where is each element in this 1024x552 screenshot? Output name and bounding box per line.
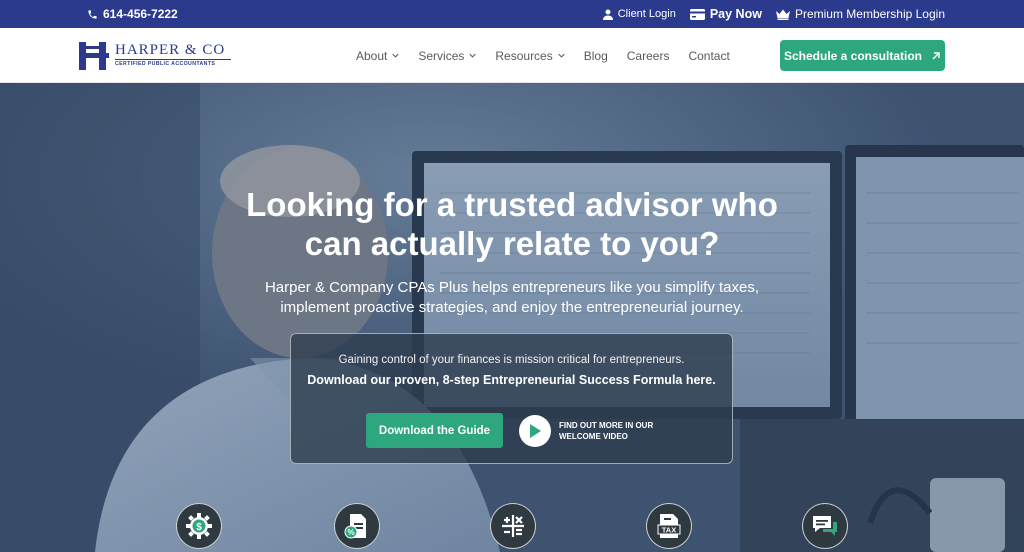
guide-callout-box: Gaining control of your finances is miss…: [290, 333, 733, 464]
feature-document-percent[interactable]: %: [334, 503, 380, 549]
feature-calculator[interactable]: [490, 503, 536, 549]
phone-number: 614-456-7222: [103, 7, 178, 21]
tax-label: TAX: [662, 526, 676, 535]
play-icon: [530, 424, 541, 438]
arrow-up-right-icon: [932, 51, 940, 59]
site-header: HARPER & CO CERTIFIED PUBLIC ACCOUNTANTS…: [0, 28, 1024, 83]
pay-now-link[interactable]: Pay Now: [689, 7, 762, 21]
welcome-video-line: WELCOME VIDEO: [559, 432, 628, 441]
feature-gear-dollar[interactable]: $: [176, 503, 222, 549]
nav-item-blog[interactable]: Blog: [584, 49, 608, 63]
chevron-down-icon: [392, 53, 400, 58]
schedule-consultation-button[interactable]: Schedule a consultation: [780, 40, 945, 71]
company-logo[interactable]: HARPER & CO CERTIFIED PUBLIC ACCOUNTANTS: [79, 42, 231, 70]
svg-text:$: $: [196, 522, 202, 533]
feature-tax-document[interactable]: TAX: [646, 503, 692, 549]
main-nav: About Services Resources Blog Careers Co…: [356, 28, 730, 83]
chevron-down-icon: [558, 53, 565, 58]
nav-item-about[interactable]: About: [356, 48, 400, 63]
nav-item-label: Careers: [626, 48, 670, 63]
premium-membership-login-label: Premium Membership Login: [794, 7, 945, 21]
crown-icon: [775, 9, 790, 20]
nav-item-label: About: [356, 48, 388, 63]
play-video-button[interactable]: [519, 415, 551, 447]
svg-text:%: %: [347, 528, 354, 537]
hero-subheadline: Harper & Company CPAs Plus helps entrepr…: [0, 278, 1024, 318]
credit-card-icon: [689, 8, 705, 20]
welcome-video-line: FIND OUT MORE IN OUR: [559, 421, 654, 430]
phone-link[interactable]: 614-456-7222: [87, 0, 178, 28]
calculator-icon: [502, 515, 524, 537]
client-login-label: Client Login: [617, 8, 676, 20]
nav-item-resources[interactable]: Resources: [495, 48, 565, 63]
nav-item-services[interactable]: Services: [418, 48, 477, 63]
hero-subheadline-line: Harper & Company CPAs Plus helps entrepr…: [264, 279, 760, 296]
hero-section: Looking for a trusted advisor who can ac…: [0, 83, 1024, 552]
hero-headline-line: Looking for a trusted advisor who: [246, 186, 778, 223]
premium-membership-login-link[interactable]: Premium Membership Login: [775, 7, 945, 21]
gear-dollar-icon: $: [186, 513, 212, 539]
hero-headline-line: can actually relate to you?: [304, 225, 720, 262]
nav-item-label: Resources: [495, 48, 553, 63]
pay-now-label: Pay Now: [709, 7, 762, 21]
guide-intro-text: Gaining control of your finances is miss…: [338, 354, 685, 366]
client-login-link[interactable]: Client Login: [602, 8, 676, 20]
welcome-video-link[interactable]: FIND OUT MORE IN OUR WELCOME VIDEO: [559, 420, 669, 442]
tax-document-icon: TAX: [657, 514, 681, 538]
logo-divider: [115, 59, 231, 60]
nav-item-label: Contact: [688, 48, 730, 63]
hero-subheadline-line: implement proactive strategies, and enjo…: [280, 299, 744, 316]
hero-headline: Looking for a trusted advisor who can ac…: [0, 185, 1024, 263]
nav-item-label: Blog: [583, 48, 608, 63]
schedule-consultation-label: Schedule a consultation: [783, 48, 923, 63]
user-icon: [602, 9, 613, 20]
phone-icon: [88, 9, 97, 19]
chevron-down-icon: [469, 53, 477, 58]
top-utility-bar: 614-456-7222 Client Login Pay Now Premiu…: [0, 0, 1024, 28]
logo-h-mark-icon: [79, 42, 109, 70]
feature-chat-bubbles[interactable]: [802, 503, 848, 549]
document-percent-icon: %: [344, 514, 366, 539]
nav-item-label: Services: [418, 48, 465, 63]
nav-item-careers[interactable]: Careers: [627, 49, 670, 63]
chat-bubbles-icon: [813, 516, 837, 536]
download-guide-button[interactable]: Download the Guide: [366, 413, 503, 448]
logo-tagline: CERTIFIED PUBLIC ACCOUNTANTS: [115, 61, 216, 67]
guide-offer-text: Download our proven, 8-step Entrepreneur…: [307, 373, 716, 387]
logo-name: HARPER & CO: [115, 42, 226, 58]
nav-item-contact[interactable]: Contact: [688, 49, 729, 63]
